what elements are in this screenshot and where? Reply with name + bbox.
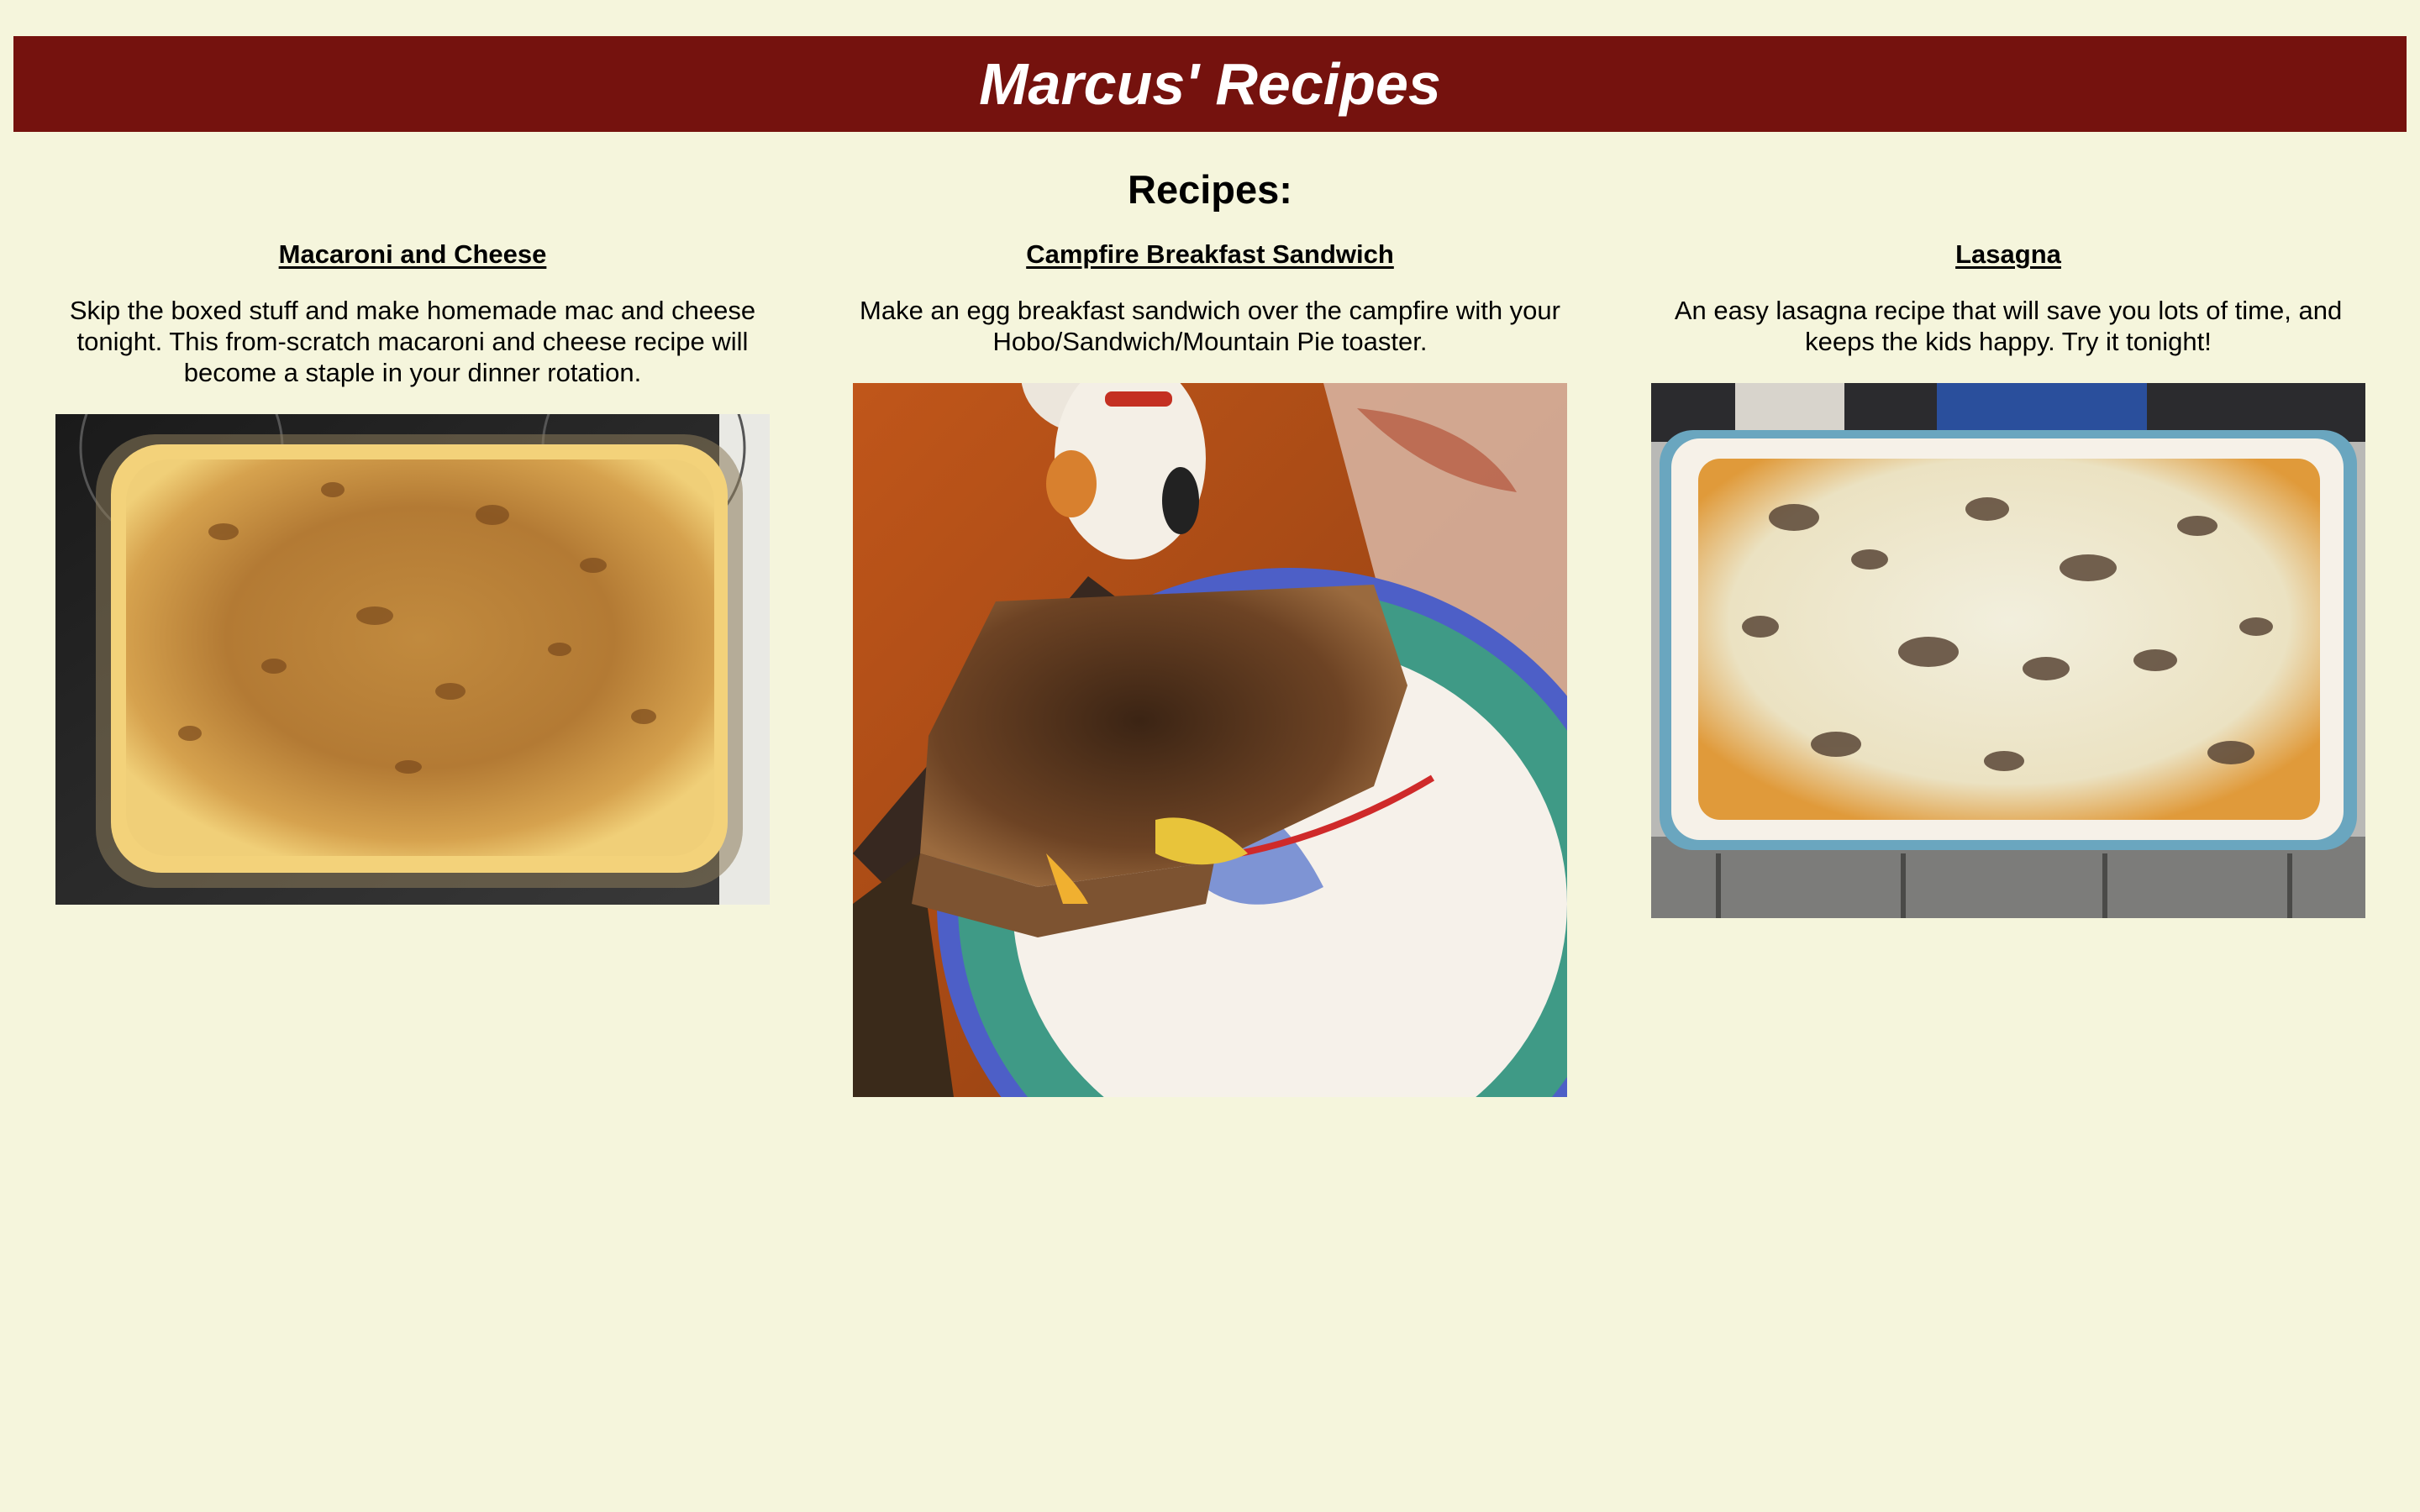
site-banner: Marcus' Recipes [13,36,2407,132]
recipe-link-macaroni-and-cheese[interactable]: Macaroni and Cheese [279,239,547,270]
recipe-link-lasagna[interactable]: Lasagna [1955,239,2061,270]
recipe-card-campfire-breakfast-sandwich: Campfire Breakfast Sandwich Make an egg … [853,239,1567,1097]
recipe-description: Make an egg breakfast sandwich over the … [860,296,1560,356]
recipe-description: An easy lasagna recipe that will save yo… [1674,296,2343,356]
recipe-link-campfire-breakfast-sandwich[interactable]: Campfire Breakfast Sandwich [1026,239,1394,270]
lasagna-photo [1651,383,2365,918]
recipe-description: Skip the boxed stuff and make homemade m… [69,296,756,387]
recipe-card-macaroni-and-cheese: Macaroni and Cheese Skip the boxed stuff… [55,239,770,905]
recipe-card-lasagna: Lasagna An easy lasagna recipe that will… [1651,239,2365,918]
mac-and-cheese-photo [55,414,770,905]
site-title: Marcus' Recipes [979,51,1441,117]
breakfast-sandwich-photo [853,383,1567,1097]
recipes-heading: Recipes: [1128,167,1292,212]
